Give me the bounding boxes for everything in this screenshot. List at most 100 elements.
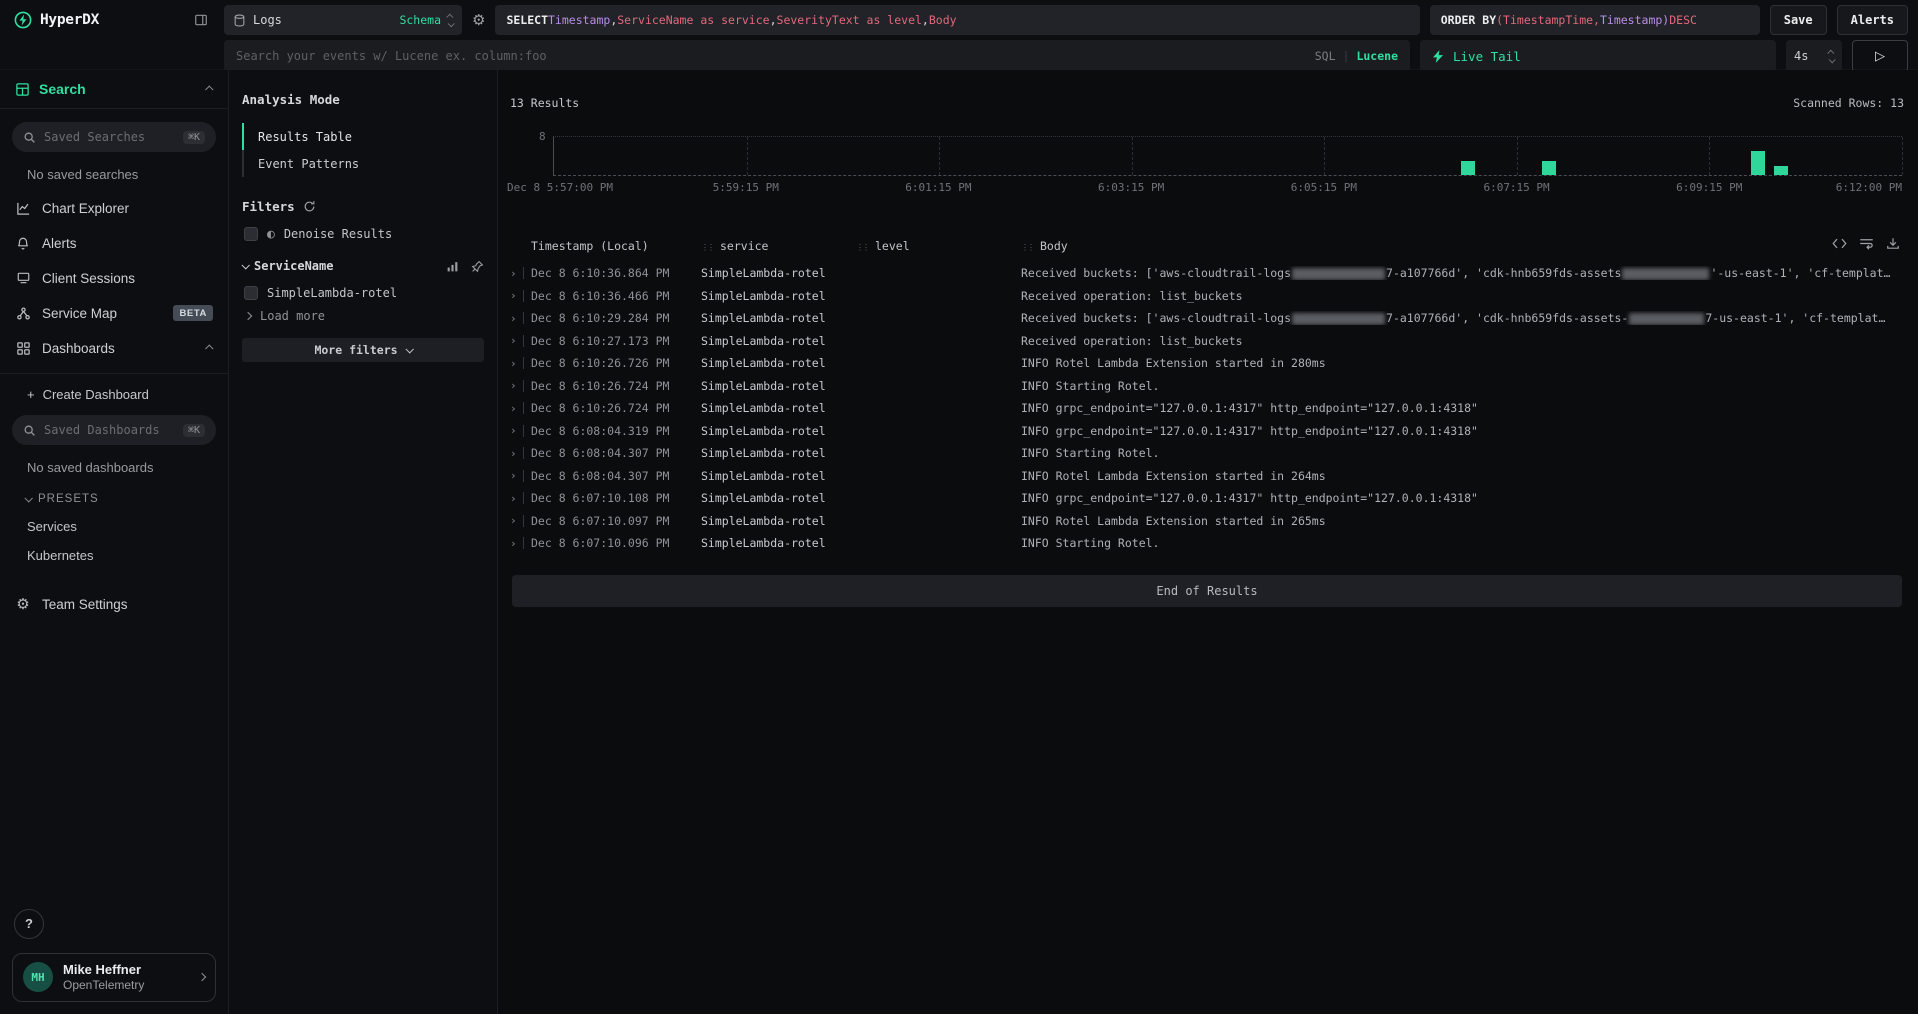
chart-bars-icon[interactable] [446,260,459,273]
expand-row-icon[interactable]: › [510,334,523,347]
expand-row-icon[interactable]: › [510,357,523,370]
source-select[interactable]: Logs Schema [224,5,462,35]
live-tail-button[interactable]: Live Tail [1420,40,1776,72]
cell-body: INFO Rotel Lambda Extension started in 2… [1021,469,1904,483]
expand-row-icon[interactable]: › [510,514,523,527]
column-header-timestamp[interactable]: Timestamp (Local) [531,239,701,253]
mode-results-table[interactable]: Results Table [242,123,484,150]
sidebar-item-search[interactable]: Search [0,70,228,108]
bell-icon [15,236,31,251]
sidebar-item-chart-explorer[interactable]: Chart Explorer [0,191,228,225]
sidebar-item-dashboards[interactable]: Dashboards [0,331,228,365]
create-dashboard-button[interactable]: + Create Dashboard [27,387,228,402]
pin-icon[interactable] [471,260,484,273]
play-button[interactable]: ▷ [1852,40,1908,72]
expand-row-icon[interactable]: › [510,447,523,460]
expand-row-icon[interactable]: › [510,424,523,437]
cell-timestamp: Dec 8 6:10:26.724 PM [531,401,701,415]
help-button[interactable]: ? [14,909,44,939]
saved-searches-input[interactable]: Saved Searches ⌘K [12,122,216,152]
log-row[interactable]: ›Dec 8 6:07:10.108 PMSimpleLambda-rotelI… [510,487,1904,510]
facet-value-checkbox[interactable] [244,286,258,300]
sidebar-item-alerts[interactable]: Alerts [0,226,228,260]
source-settings-gear-icon[interactable]: ⚙ [472,11,485,29]
chevron-up-icon[interactable] [205,344,213,352]
lucene-toggle[interactable]: Lucene [1356,49,1398,63]
drag-handle-icon[interactable]: ⋮⋮ [701,243,713,252]
facet-servicename-header[interactable]: ServiceName [242,259,484,273]
log-row[interactable]: ›Dec 8 6:08:04.319 PMSimpleLambda-rotelI… [510,420,1904,443]
chart-plot-area[interactable]: 8 [553,136,1902,176]
save-button[interactable]: Save [1770,5,1827,35]
log-row[interactable]: ›Dec 8 6:10:29.284 PMSimpleLambda-rotelR… [510,307,1904,330]
row-divider [523,515,524,527]
chart-bar[interactable] [1774,166,1788,176]
chevron-up-icon[interactable] [205,85,213,93]
language-toggle[interactable]: SQL | Lucene [1315,49,1398,63]
log-row[interactable]: ›Dec 8 6:10:26.724 PMSimpleLambda-rotelI… [510,397,1904,420]
select-query-input[interactable]: SELECT Timestamp, ServiceName as service… [495,5,1419,35]
expand-row-icon[interactable]: › [510,492,523,505]
column-header-level[interactable]: ⋮⋮level [856,239,1021,253]
download-icon[interactable] [1886,237,1900,250]
column-header-service[interactable]: ⋮⋮service [701,239,856,253]
column-header-body[interactable]: ⋮⋮Body [1021,239,1904,253]
chart-bar[interactable] [1751,151,1765,175]
refresh-interval-select[interactable]: 4s [1786,40,1842,72]
event-search-input[interactable]: Search your events w/ Lucene ex. column:… [224,40,1410,72]
sidebar-item-client-sessions[interactable]: Client Sessions [0,261,228,295]
cell-service: SimpleLambda-rotel [701,491,856,505]
saved-dashboards-input[interactable]: Saved Dashboards ⌘K [12,415,216,445]
expand-row-icon[interactable]: › [510,312,523,325]
drag-handle-icon[interactable]: ⋮⋮ [856,243,868,252]
query-token: Body [929,13,957,27]
wrap-text-icon[interactable] [1859,237,1874,250]
cell-service: SimpleLambda-rotel [701,446,856,460]
chart-bar[interactable] [1461,161,1475,175]
sidebar-item-team-settings[interactable]: ⚙ Team Settings [0,587,228,621]
preset-item-kubernetes[interactable]: Kubernetes [27,548,228,563]
log-row[interactable]: ›Dec 8 6:07:10.097 PMSimpleLambda-rotelI… [510,510,1904,533]
search-placeholder: Search your events w/ Lucene ex. column:… [236,49,547,63]
chart-bar[interactable] [1542,161,1556,175]
log-row[interactable]: ›Dec 8 6:10:26.726 PMSimpleLambda-rotelI… [510,352,1904,375]
log-row[interactable]: ›Dec 8 6:10:36.864 PMSimpleLambda-rotelR… [510,262,1904,285]
nav-label: Dashboards [42,341,115,356]
schema-label[interactable]: Schema [399,13,441,27]
expand-row-icon[interactable]: › [510,469,523,482]
toggle-divider: | [1343,49,1350,63]
expand-row-icon[interactable]: › [510,379,523,392]
cell-service: SimpleLambda-rotel [701,536,856,550]
log-row[interactable]: ›Dec 8 6:10:26.724 PMSimpleLambda-rotelI… [510,375,1904,398]
sidebar-item-service-map[interactable]: Service Map BETA [0,296,228,330]
log-row[interactable]: ›Dec 8 6:08:04.307 PMSimpleLambda-rotelI… [510,465,1904,488]
facet-actions [446,260,484,273]
results-time-chart[interactable]: 8 Dec 8 5:57:00 PM5:59:15 PM6:01:15 PM6:… [553,136,1902,197]
load-more-button[interactable]: Load more [242,309,484,323]
preset-item-services[interactable]: Services [27,519,228,534]
presets-header[interactable]: PRESETS [25,493,228,505]
expand-row-icon[interactable]: › [510,289,523,302]
collapse-sidebar-icon[interactable] [194,13,208,27]
expand-row-icon[interactable]: › [510,537,523,550]
denoise-results-option[interactable]: ◐ Denoise Results [242,227,484,241]
user-menu[interactable]: MH Mike Heffner OpenTelemetry [12,953,216,1002]
filters-title-row: Filters [242,199,484,214]
denoise-checkbox[interactable] [244,227,258,241]
sql-toggle[interactable]: SQL [1315,49,1336,63]
log-row[interactable]: ›Dec 8 6:10:27.173 PMSimpleLambda-rotelR… [510,330,1904,353]
cell-timestamp: Dec 8 6:08:04.307 PM [531,446,701,460]
facet-value-option[interactable]: SimpleLambda-rotel [242,286,484,300]
order-by-input[interactable]: ORDER BY (TimestampTime, Timestamp) DESC [1430,5,1760,35]
expand-row-icon[interactable]: › [510,267,523,280]
mode-event-patterns[interactable]: Event Patterns [244,150,484,177]
alerts-button[interactable]: Alerts [1837,5,1908,35]
refresh-icon[interactable] [303,200,316,213]
more-filters-button[interactable]: More filters [242,338,484,362]
drag-handle-icon[interactable]: ⋮⋮ [1021,243,1033,252]
expand-row-icon[interactable]: › [510,402,523,415]
log-row[interactable]: ›Dec 8 6:10:36.466 PMSimpleLambda-rotelR… [510,285,1904,308]
log-row[interactable]: ›Dec 8 6:08:04.307 PMSimpleLambda-rotelI… [510,442,1904,465]
log-row[interactable]: ›Dec 8 6:07:10.096 PMSimpleLambda-rotelI… [510,532,1904,555]
code-icon[interactable] [1832,237,1847,250]
